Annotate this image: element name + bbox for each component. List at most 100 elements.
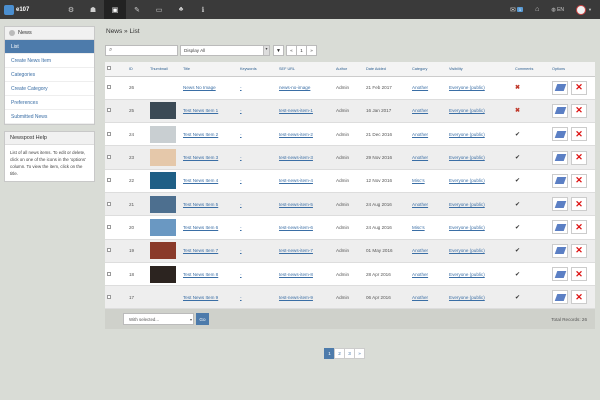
title-link[interactable]: Test News Item 6 xyxy=(183,225,218,230)
category-link[interactable]: Misc's xyxy=(412,225,425,230)
thumbnail-image[interactable] xyxy=(150,172,176,190)
edit-button[interactable] xyxy=(552,197,568,212)
sef-url-link[interactable]: test-news-item-4 xyxy=(279,178,313,183)
row-checkbox-cell[interactable] xyxy=(105,145,127,170)
delete-button[interactable]: ✕ xyxy=(571,290,587,305)
row-checkbox[interactable] xyxy=(107,108,111,113)
delete-button[interactable]: ✕ xyxy=(571,197,587,212)
thumbnail-image[interactable] xyxy=(150,218,176,236)
category-link[interactable]: Another xyxy=(412,202,428,207)
visibility-link[interactable]: Everyone (public) xyxy=(449,295,485,300)
visibility-link[interactable]: Everyone (public) xyxy=(449,272,485,277)
category-link[interactable]: Another xyxy=(412,85,428,90)
row-checkbox-cell[interactable] xyxy=(105,99,127,124)
title-link[interactable]: Test News Item 1 xyxy=(183,108,218,113)
visibility-link[interactable]: Everyone (public) xyxy=(449,225,485,230)
comments-status-icon[interactable]: ✖ xyxy=(515,108,520,114)
delete-button[interactable]: ✕ xyxy=(571,267,587,282)
edit-button[interactable] xyxy=(552,173,568,188)
edit-button[interactable] xyxy=(552,150,568,165)
column-header-sef-url[interactable]: SEF URL xyxy=(277,62,334,77)
keywords-link[interactable]: - xyxy=(240,132,242,137)
column-header-visibility[interactable]: Visibility xyxy=(447,62,513,77)
next-page-button[interactable]: » xyxy=(354,348,365,359)
row-checkbox[interactable] xyxy=(107,85,111,90)
column-header-id[interactable]: ID xyxy=(127,62,148,77)
with-selected-select[interactable]: With selected... ▾ xyxy=(123,313,194,325)
column-header-date-added[interactable]: Date Added xyxy=(364,62,410,77)
sef-url-link[interactable]: test-news-item-7 xyxy=(279,248,313,253)
keywords-link[interactable]: - xyxy=(240,178,242,183)
category-link[interactable]: Another xyxy=(412,272,428,277)
chevron-down-icon[interactable]: ▼ xyxy=(588,7,592,12)
row-checkbox-cell[interactable] xyxy=(105,262,127,287)
title-link[interactable]: Test News Item 9 xyxy=(183,295,218,300)
row-checkbox[interactable] xyxy=(107,178,111,183)
delete-button[interactable]: ✕ xyxy=(571,150,587,165)
select-all-checkbox[interactable] xyxy=(107,66,111,71)
delete-button[interactable]: ✕ xyxy=(571,243,587,258)
title-link[interactable]: News No Image xyxy=(183,85,216,90)
category-link[interactable]: Another xyxy=(412,132,428,137)
sef-url-link[interactable]: news-no-image xyxy=(279,85,310,90)
edit-button[interactable] xyxy=(552,127,568,142)
comments-status-icon[interactable]: ✔ xyxy=(515,132,520,138)
keywords-link[interactable]: - xyxy=(240,155,242,160)
category-link[interactable]: Another xyxy=(412,108,428,113)
logo[interactable]: e107 xyxy=(0,0,60,19)
keywords-link[interactable]: - xyxy=(240,295,242,300)
row-checkbox[interactable] xyxy=(107,294,111,299)
visibility-link[interactable]: Everyone (public) xyxy=(449,108,485,113)
visibility-link[interactable]: Everyone (public) xyxy=(449,155,485,160)
edit-button[interactable] xyxy=(552,103,568,118)
plugins-icon[interactable]: ♣ xyxy=(170,0,192,19)
comments-status-icon[interactable]: ✔ xyxy=(515,248,520,254)
visibility-link[interactable]: Everyone (public) xyxy=(449,85,485,90)
delete-button[interactable]: ✕ xyxy=(571,220,587,235)
mail-button[interactable]: ✉ 1 xyxy=(510,6,524,14)
title-link[interactable]: Test News Item 5 xyxy=(183,202,218,207)
keywords-link[interactable]: - xyxy=(240,225,242,230)
category-link[interactable]: Misc's xyxy=(412,178,425,183)
title-link[interactable]: Test News Item 4 xyxy=(183,178,218,183)
avatar[interactable] xyxy=(576,4,587,15)
row-checkbox-cell[interactable] xyxy=(105,76,127,100)
row-checkbox-cell[interactable] xyxy=(105,239,127,263)
row-checkbox[interactable] xyxy=(107,248,111,253)
comments-status-icon[interactable]: ✔ xyxy=(515,155,520,161)
row-checkbox-cell[interactable] xyxy=(105,285,127,310)
tools-icon[interactable]: ✎ xyxy=(126,0,148,19)
column-header-author[interactable]: Author xyxy=(334,62,364,77)
keywords-link[interactable]: - xyxy=(240,272,242,277)
row-checkbox[interactable] xyxy=(107,201,111,206)
delete-button[interactable]: ✕ xyxy=(571,127,587,142)
row-checkbox[interactable] xyxy=(107,271,111,276)
edit-button[interactable] xyxy=(552,220,568,235)
edit-button[interactable] xyxy=(552,243,568,258)
comments-status-icon[interactable]: ✔ xyxy=(515,272,520,278)
filter-button[interactable]: ▼ xyxy=(273,45,284,56)
sidebar-item-categories[interactable]: Categories xyxy=(5,68,94,82)
sidebar-item-submitted-news[interactable]: Submitted News xyxy=(5,110,94,124)
row-checkbox[interactable] xyxy=(107,224,111,229)
comments-status-icon[interactable]: ✔ xyxy=(515,225,520,231)
sef-url-link[interactable]: test-news-item-1 xyxy=(279,108,313,113)
sef-url-link[interactable]: test-news-item-6 xyxy=(279,225,313,230)
edit-button[interactable] xyxy=(552,267,568,282)
column-header-thumbnail[interactable]: Thumbnail xyxy=(148,62,181,77)
thumbnail-image[interactable] xyxy=(150,265,176,283)
column-header-comments[interactable]: Comments xyxy=(513,62,550,77)
home-icon[interactable]: ⌂ xyxy=(535,6,539,13)
visibility-link[interactable]: Everyone (public) xyxy=(449,202,485,207)
sef-url-link[interactable]: test-news-item-2 xyxy=(279,132,313,137)
category-link[interactable]: Another xyxy=(412,155,428,160)
keywords-link[interactable]: - xyxy=(240,248,242,253)
sidebar-item-preferences[interactable]: Preferences xyxy=(5,96,94,110)
row-checkbox[interactable] xyxy=(107,155,111,160)
comments-status-icon[interactable]: ✔ xyxy=(515,295,520,301)
row-checkbox-cell[interactable] xyxy=(105,122,127,147)
delete-button[interactable]: ✕ xyxy=(571,173,587,188)
title-link[interactable]: Test News Item 7 xyxy=(183,248,218,253)
settings-icon[interactable]: ⚙ xyxy=(60,0,82,19)
category-link[interactable]: Another xyxy=(412,248,428,253)
